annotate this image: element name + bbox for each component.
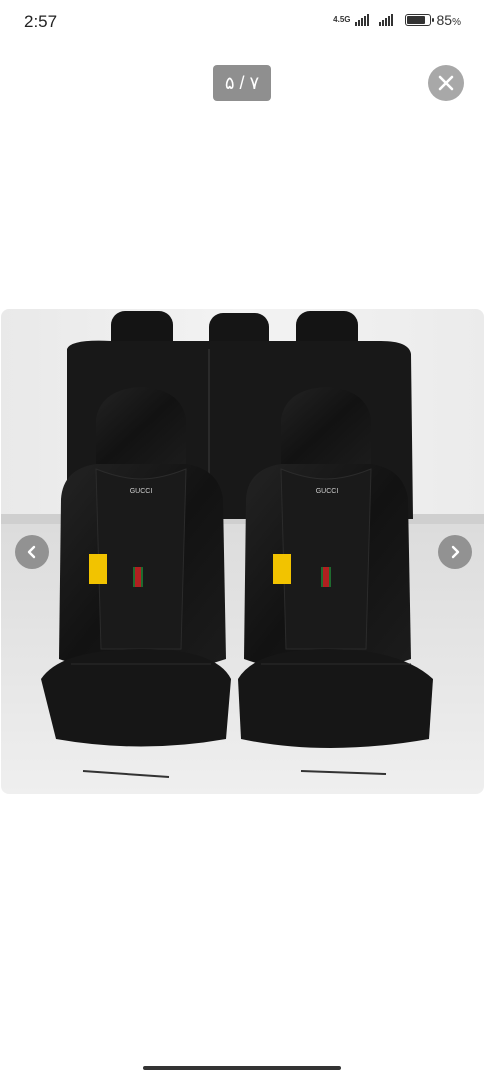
battery-icon	[404, 14, 434, 26]
badge-text-left: GUCCI	[130, 488, 153, 495]
status-icons: 4.5G 85%	[333, 12, 461, 28]
close-icon	[438, 75, 454, 91]
status-bar: 2:57 4.5G 85%	[0, 0, 485, 44]
car-seats-image: GUCCI GUCCI	[1, 309, 484, 794]
network-type-label: 4.5G	[333, 15, 351, 24]
clock: 2:57	[24, 12, 58, 31]
signal-icon-2	[378, 14, 393, 26]
chevron-left-icon	[27, 545, 36, 559]
chevron-right-icon	[451, 545, 460, 559]
home-indicator[interactable]	[143, 1066, 341, 1070]
close-button[interactable]	[428, 65, 464, 101]
image-page-counter: ۵ / ۷	[213, 65, 271, 101]
battery-percent: 85%	[436, 12, 461, 28]
signal-icon	[354, 14, 369, 26]
previous-image-button[interactable]	[15, 535, 49, 569]
next-image-button[interactable]	[438, 535, 472, 569]
product-photo: GUCCI GUCCI	[1, 309, 484, 794]
badge-text-right: GUCCI	[316, 488, 339, 495]
